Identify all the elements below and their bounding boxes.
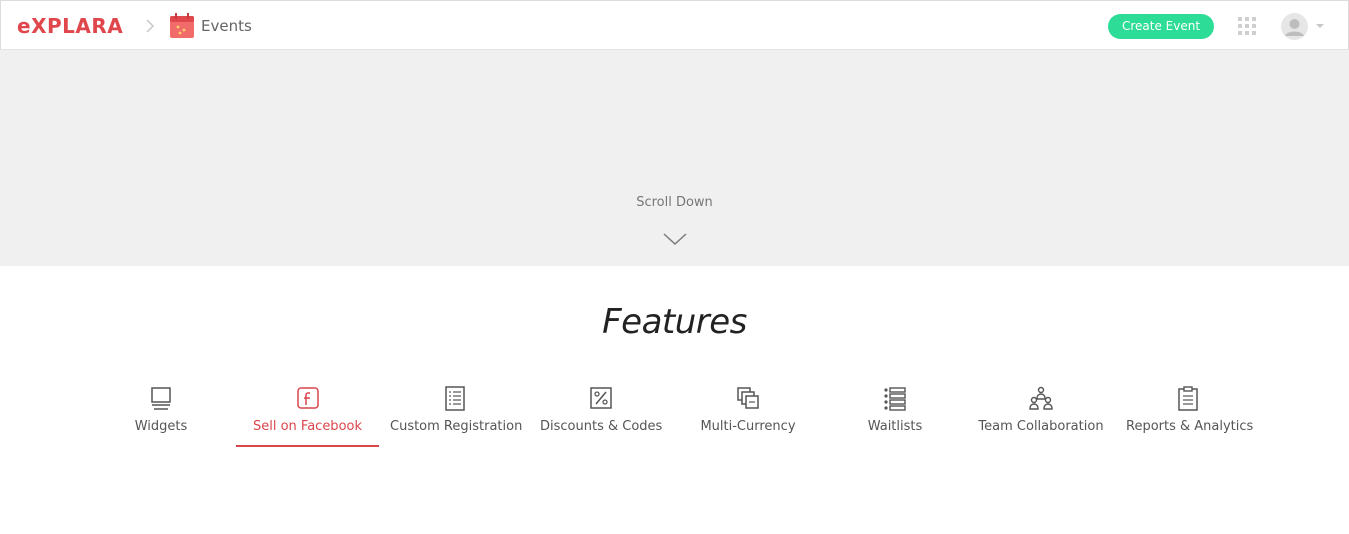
team-icon	[1029, 386, 1053, 410]
chevron-right-icon	[146, 19, 155, 33]
feature-label: Waitlists	[867, 419, 923, 434]
feature-tab-sell-on-facebook[interactable]: Sell on Facebook	[236, 385, 379, 447]
feature-label: Team Collaboration	[978, 419, 1104, 434]
create-event-button[interactable]: Create Event	[1108, 14, 1214, 39]
percent-icon	[590, 387, 612, 409]
user-avatar-icon[interactable]	[1281, 13, 1308, 40]
calendar-icon[interactable]	[169, 13, 195, 39]
form-icon	[445, 386, 465, 411]
scroll-down-label[interactable]: Scroll Down	[0, 195, 1349, 210]
feature-tab-reports-analytics[interactable]: Reports & Analytics	[1126, 385, 1254, 447]
monitor-icon	[151, 387, 171, 410]
feature-label: Sell on Facebook	[252, 419, 362, 434]
hero-banner: Scroll Down	[0, 50, 1349, 266]
features-heading: Features	[602, 302, 747, 342]
feature-tab-discounts-codes[interactable]: Discounts & Codes	[540, 385, 662, 447]
feature-tab-widgets[interactable]: Widgets	[123, 385, 199, 447]
feature-tab-custom-registration[interactable]: Custom Registration	[390, 385, 523, 447]
facebook-icon	[296, 387, 319, 409]
feature-label: Custom Registration	[390, 419, 523, 434]
breadcrumb-events-label[interactable]: Events	[201, 17, 252, 35]
feature-tab-team-collaboration[interactable]: Team Collaboration	[978, 385, 1104, 447]
feature-tab-multi-currency[interactable]: Multi-Currency	[700, 385, 796, 447]
explara-logo[interactable]: eXPLARA	[17, 13, 123, 39]
currency-icon	[737, 387, 759, 409]
list-icon	[884, 387, 906, 411]
feature-tab-waitlists[interactable]: Waitlists	[864, 385, 926, 447]
feature-label: Discounts & Codes	[540, 419, 663, 434]
clipboard-icon	[1178, 386, 1198, 411]
logo-text: eXPLARA	[17, 14, 124, 38]
feature-label: Widgets	[134, 419, 188, 434]
chevron-down-icon[interactable]	[662, 232, 688, 246]
apps-grid-icon[interactable]	[1238, 17, 1256, 35]
feature-label: Multi-Currency	[700, 419, 796, 434]
caret-down-icon[interactable]	[1315, 22, 1325, 30]
top-navigation-bar: eXPLARA Events Create Event	[0, 0, 1349, 50]
feature-label: Reports & Analytics	[1126, 419, 1254, 434]
